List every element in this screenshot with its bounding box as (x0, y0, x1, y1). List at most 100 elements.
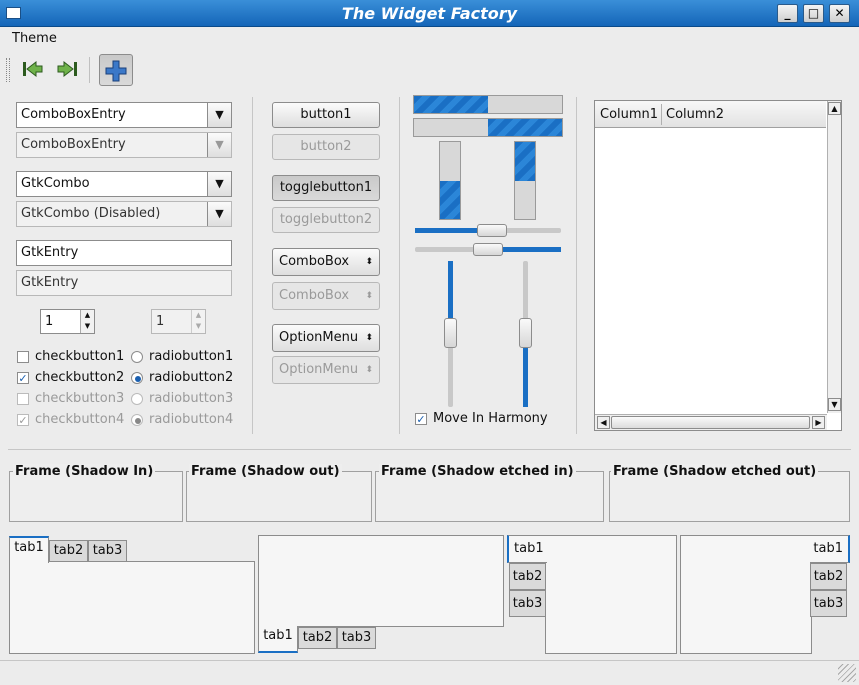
notebook-bottom-tab1[interactable]: tab1 (258, 626, 298, 653)
combobox-1-text: ComboBox (279, 254, 350, 269)
gtkentry-2[interactable]: GtkEntry (16, 270, 232, 296)
checkbutton3-label[interactable]: checkbutton3 (35, 391, 124, 407)
button1[interactable]: button1 (272, 102, 380, 128)
checkbutton2-box[interactable]: ✓ (17, 372, 29, 385)
go-last-icon[interactable] (56, 59, 78, 79)
optionmenu-1[interactable]: OptionMenu ⬍ (272, 324, 380, 352)
button2[interactable]: button2 (272, 134, 380, 160)
gtkcombo-2[interactable]: GtkCombo (Disabled) (16, 201, 232, 227)
comboboxentry-1[interactable]: ComboBoxEntry (16, 102, 232, 128)
progress-h2-fill (488, 119, 562, 136)
progress-h2 (413, 118, 563, 137)
comboboxentry-2[interactable]: ComboBoxEntry (16, 132, 232, 158)
checkbutton1-label[interactable]: checkbutton1 (35, 349, 124, 365)
optionmenu-2-arrows-icon: ⬍ (365, 365, 373, 375)
checkbutton3-box[interactable] (17, 393, 29, 405)
statusbar-separator (0, 660, 859, 661)
radiobutton3-circle[interactable] (131, 393, 143, 405)
gtkcombo-2-text: GtkCombo (Disabled) (21, 206, 161, 221)
frame-shadow-etched-in-title: Frame (Shadow etched in) (379, 464, 576, 479)
radiobutton2-circle[interactable] (131, 372, 143, 384)
comboboxentry-1-text: ComboBoxEntry (21, 107, 126, 122)
vslider-1-handle[interactable] (444, 318, 457, 348)
notebook-bottom-tab3[interactable]: tab3 (337, 627, 376, 649)
scroll-left-arrow-icon[interactable]: ◀ (597, 416, 610, 429)
hscroll-thumb[interactable] (611, 416, 810, 429)
combobox-2[interactable]: ComboBox ⬍ (272, 282, 380, 310)
separator-3 (576, 97, 577, 434)
progress-v2-fill (515, 142, 535, 181)
checkbutton4-label[interactable]: checkbutton4 (35, 412, 124, 428)
progress-h1 (413, 95, 563, 114)
gtkentry-1[interactable]: GtkEntry (16, 240, 232, 266)
notebook-top-tab3[interactable]: tab3 (88, 540, 127, 562)
spinbutton-2-arrows[interactable]: ▲ ▼ (191, 310, 205, 333)
gtkentry-1-text: GtkEntry (21, 245, 79, 260)
comboboxentry-2-text: ComboBoxEntry (21, 137, 126, 152)
go-first-icon[interactable] (22, 59, 44, 79)
menu-theme[interactable]: Theme (12, 31, 57, 47)
notebook-right-tab1[interactable]: tab1 (810, 535, 850, 563)
notebook-top-tab1[interactable]: tab1 (9, 536, 49, 563)
radiobutton2-label[interactable]: radiobutton2 (149, 370, 233, 386)
notebook-top-pane (9, 561, 255, 654)
gtkcombo-1-arrow[interactable]: ▼ (207, 172, 231, 196)
resize-grip-icon[interactable] (838, 664, 856, 682)
combobox-1[interactable]: ComboBox ⬍ (272, 248, 380, 276)
hslider-2-handle[interactable] (473, 243, 503, 256)
toolbar-grip[interactable] (6, 58, 10, 82)
radiobutton1-circle[interactable] (131, 351, 143, 363)
comboboxentry-2-arrow[interactable]: ▼ (207, 133, 231, 157)
column1-header[interactable]: Column1 (600, 107, 658, 123)
progress-v2 (514, 141, 536, 220)
gtkcombo-2-arrow[interactable]: ▼ (207, 202, 231, 226)
toolbar-separator (89, 57, 90, 83)
optionmenu-2[interactable]: OptionMenu ⬍ (272, 356, 380, 384)
scroll-up-arrow-icon[interactable]: ▲ (828, 102, 841, 115)
radiobutton2-dot (135, 376, 141, 382)
notebook-right-tab2[interactable]: tab2 (810, 563, 847, 590)
treeview[interactable] (594, 100, 842, 431)
checkbutton4-box[interactable]: ✓ (17, 414, 29, 427)
radiobutton4-label[interactable]: radiobutton4 (149, 412, 233, 428)
column2-header[interactable]: Column2 (666, 107, 724, 123)
notebook-top-tab2[interactable]: tab2 (49, 540, 88, 562)
notebook-left-tab1[interactable]: tab1 (507, 535, 547, 563)
move-in-harmony-box[interactable]: ✓ (415, 413, 427, 426)
radiobutton4-circle[interactable] (131, 414, 143, 426)
notebook-left-tab3[interactable]: tab3 (509, 590, 546, 617)
optionmenu-2-text: OptionMenu (279, 362, 359, 377)
notebook-left-tab2[interactable]: tab2 (509, 563, 546, 590)
comboboxentry-1-arrow[interactable]: ▼ (207, 103, 231, 127)
gtkcombo-1[interactable]: GtkCombo (16, 171, 232, 197)
maximize-button[interactable]: □ (803, 4, 824, 23)
notebook-bottom-pane (258, 535, 504, 627)
frame-shadow-etched-out-title: Frame (Shadow etched out) (611, 464, 819, 479)
spinbutton-1-value: 1 (45, 314, 54, 329)
combobox-2-text: ComboBox (279, 288, 350, 303)
scroll-down-arrow-icon[interactable]: ▼ (828, 398, 841, 411)
add-icon[interactable] (99, 54, 133, 86)
hslider-1-handle[interactable] (477, 224, 507, 237)
radiobutton3-label[interactable]: radiobutton3 (149, 391, 233, 407)
progress-v1-fill (440, 180, 460, 219)
frame-shadow-in-title: Frame (Shadow In) (13, 464, 156, 479)
radiobutton1-label[interactable]: radiobutton1 (149, 349, 233, 365)
togglebutton1[interactable]: togglebutton1 (272, 175, 380, 201)
treeview-vscrollbar[interactable] (827, 101, 841, 413)
checkbutton2-label[interactable]: checkbutton2 (35, 370, 124, 386)
checkbutton1-box[interactable] (17, 351, 29, 363)
notebook-bottom-tab2[interactable]: tab2 (298, 627, 337, 649)
vslider-2-handle[interactable] (519, 318, 532, 348)
separator-1 (252, 97, 253, 434)
minimize-button[interactable]: _ (777, 4, 798, 23)
togglebutton2[interactable]: togglebutton2 (272, 207, 380, 233)
close-button[interactable]: ✕ (829, 4, 850, 23)
scroll-right-arrow-icon[interactable]: ▶ (812, 416, 825, 429)
gtkcombo-1-text: GtkCombo (21, 176, 90, 191)
progress-v1 (439, 141, 461, 220)
notebook-right-tab3[interactable]: tab3 (810, 590, 847, 617)
move-in-harmony-label[interactable]: Move In Harmony (433, 411, 548, 427)
combobox-2-arrows-icon: ⬍ (365, 291, 373, 301)
spinbutton-1-arrows[interactable]: ▲ ▼ (80, 310, 94, 333)
